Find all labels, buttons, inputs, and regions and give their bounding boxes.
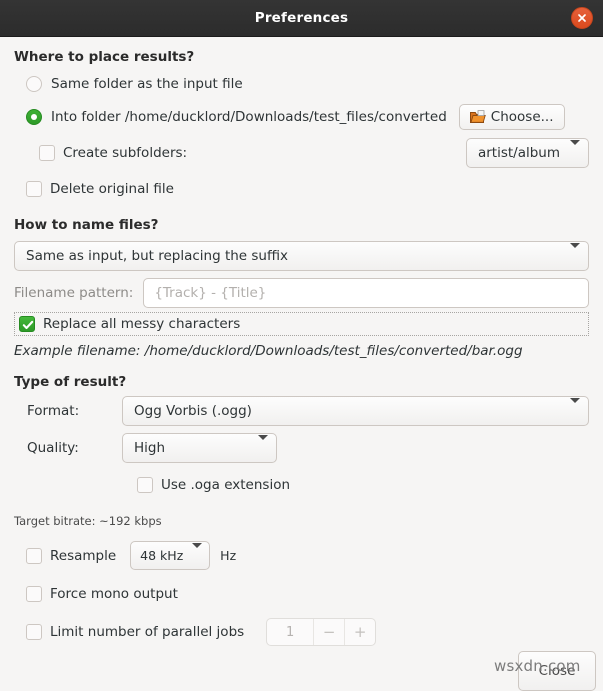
label-delete-original: Delete original file [50,181,174,197]
checkbox-use-oga[interactable] [137,477,153,493]
target-bitrate-hint: Target bitrate: ~192 kbps [14,514,162,528]
resample-rate-dropdown[interactable]: 48 kHz [130,541,211,570]
folder-icon [469,110,486,123]
label-replace-messy: Replace all messy characters [43,316,241,332]
chevron-down-icon [570,398,580,419]
choose-folder-button[interactable]: Choose... [458,104,565,130]
filename-pattern-input[interactable]: {Track} - {Title} [143,278,589,308]
label-quality: Quality: [27,440,79,456]
window-title: Preferences [254,10,349,26]
checkbox-limit-jobs[interactable] [26,624,42,640]
label-filename-pattern: Filename pattern: [14,285,134,301]
format-dropdown[interactable]: Ogg Vorbis (.ogg) [122,396,589,426]
radio-into-folder[interactable] [26,109,42,125]
preferences-content: Where to place results? Same folder as t… [0,37,603,685]
filename-pattern-placeholder: {Track} - {Title} [154,285,267,301]
row-replace-messy[interactable]: Replace all messy characters [14,312,589,336]
chevron-down-icon [570,243,580,264]
example-filename-value: /home/ducklord/Downloads/test_files/conv… [144,343,523,359]
row-quality: Quality: High [14,433,589,463]
radio-label-into-folder: Into folder /home/ducklord/Downloads/tes… [51,109,447,125]
close-window-button[interactable] [571,7,593,29]
parallel-jobs-spinner[interactable]: 1 − + [266,618,377,646]
label-create-subfolders: Create subfolders: [63,145,188,161]
checkbox-replace-messy[interactable] [19,316,35,332]
window-titlebar: Preferences [0,0,603,37]
format-value: Ogg Vorbis (.ogg) [134,403,252,419]
naming-mode-dropdown[interactable]: Same as input, but replacing the suffix [14,241,589,271]
choose-folder-label: Choose... [490,109,554,125]
radio-same-folder[interactable] [26,76,42,92]
row-force-mono[interactable]: Force mono output [26,581,589,607]
section-heading-where: Where to place results? [14,49,195,65]
subfolder-pattern-value: artist/album [477,145,560,161]
naming-mode-value: Same as input, but replacing the suffix [26,248,289,264]
parallel-jobs-value[interactable]: 1 [267,619,313,645]
quality-value: High [134,440,166,456]
example-filename-row: Example filename: /home/ducklord/Downloa… [14,343,589,359]
resample-rate-value: 48 kHz [140,548,184,563]
label-use-oga: Use .oga extension [161,477,291,493]
row-delete-original[interactable]: Delete original file [26,176,589,202]
row-use-oga[interactable]: Use .oga extension [14,472,589,498]
close-icon [578,14,586,22]
subfolder-pattern-dropdown[interactable]: artist/album [465,138,589,168]
checkbox-delete-original[interactable] [26,181,42,197]
example-filename-label: Example filename: [14,343,141,359]
chevron-down-icon [192,542,203,564]
parallel-jobs-decrement-button[interactable]: − [313,619,344,645]
quality-dropdown[interactable]: High [122,433,277,463]
checkbox-resample[interactable] [26,547,42,564]
checkbox-force-mono[interactable] [26,586,42,602]
checkbox-create-subfolders[interactable] [39,145,55,161]
chevron-down-icon [258,435,268,456]
label-resample: Resample [50,547,117,564]
parallel-jobs-increment-button[interactable]: + [344,619,375,645]
section-heading-naming: How to name files? [14,217,159,233]
label-resample-unit: Hz [220,548,237,563]
radio-row-same-folder[interactable]: Same folder as the input file [26,71,589,97]
row-create-subfolders: Create subfolders: artist/album [39,138,589,168]
check-icon [22,320,34,330]
label-force-mono: Force mono output [50,586,178,602]
row-format: Format: Ogg Vorbis (.ogg) [14,396,589,426]
label-format: Format: [27,403,80,419]
radio-label-same-folder: Same folder as the input file [51,76,243,92]
close-dialog-button[interactable]: Close [518,651,596,691]
close-dialog-label: Close [538,663,576,679]
section-heading-result: Type of result? [14,374,127,390]
row-resample: Resample 48 kHz Hz [26,541,589,570]
radio-row-into-folder[interactable]: Into folder /home/ducklord/Downloads/tes… [26,104,589,130]
row-limit-jobs: Limit number of parallel jobs 1 − + [26,618,589,646]
row-filename-pattern: Filename pattern: {Track} - {Title} [14,278,589,308]
chevron-down-icon [570,140,580,161]
label-limit-jobs: Limit number of parallel jobs [50,624,245,640]
